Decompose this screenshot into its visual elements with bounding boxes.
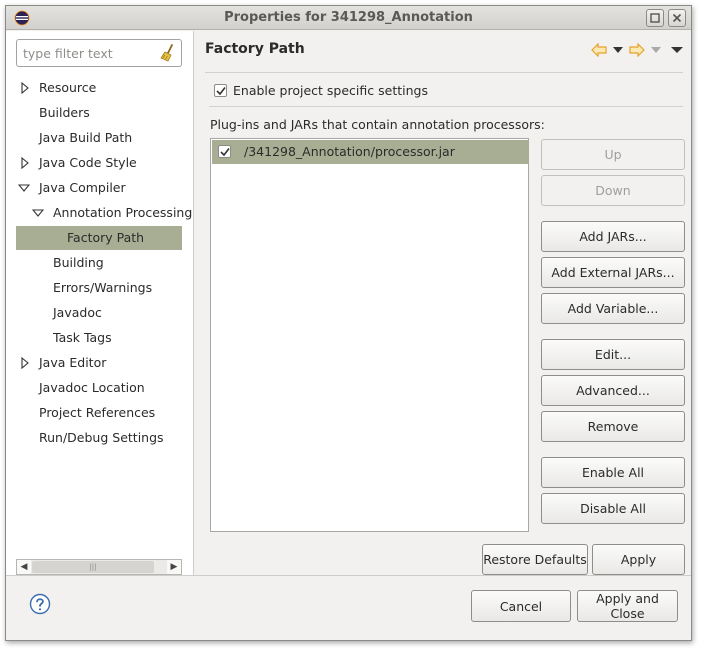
down-button[interactable]: Down xyxy=(541,175,685,206)
tree-item-label: Javadoc Location xyxy=(39,380,145,395)
tree-item-run-debug-settings[interactable]: Run/Debug Settings xyxy=(16,426,182,450)
close-window-button[interactable] xyxy=(668,9,686,27)
tree-item-builders[interactable]: Builders xyxy=(16,101,182,125)
tree-horizontal-scrollbar[interactable]: ◀ ||| ▶ xyxy=(16,559,182,575)
collapse-arrow-icon[interactable] xyxy=(32,207,44,219)
scroll-right-icon[interactable]: ▶ xyxy=(167,560,181,574)
apply-button[interactable]: Apply xyxy=(592,544,685,575)
scroll-left-icon[interactable]: ◀ xyxy=(17,560,31,574)
disable-all-button[interactable]: Disable All xyxy=(541,493,685,524)
history-navigation xyxy=(591,41,683,59)
tree-item-label: Task Tags xyxy=(53,330,112,345)
properties-dialog: Properties for 341298_Annotation Res xyxy=(5,5,692,641)
tree-item-label: Building xyxy=(53,255,104,270)
window-title: Properties for 341298_Annotation xyxy=(224,10,473,25)
apply-and-close-button[interactable]: Apply and Close xyxy=(577,590,678,622)
filter-box[interactable] xyxy=(16,39,182,67)
list-item[interactable]: /341298_Annotation/processor.jar xyxy=(212,140,529,164)
tree-item-javadoc[interactable]: Javadoc xyxy=(16,301,182,325)
add-jars-button[interactable]: Add JARs... xyxy=(541,221,685,252)
remove-button[interactable]: Remove xyxy=(541,411,685,442)
tree-item-annotation-processing[interactable]: Annotation Processing xyxy=(16,201,192,225)
view-menu-icon[interactable] xyxy=(671,45,683,55)
maximize-icon xyxy=(650,13,660,23)
back-arrow-icon[interactable] xyxy=(591,43,607,57)
tree-item-label: Project References xyxy=(39,405,156,420)
header-separator xyxy=(205,72,683,73)
page-title: Factory Path xyxy=(205,41,305,57)
clear-filter-icon[interactable] xyxy=(159,44,177,62)
scrollbar-thumb[interactable]: ||| xyxy=(32,561,154,573)
factory-path-list[interactable]: /341298_Annotation/processor.jar xyxy=(210,138,529,532)
add-variable-button[interactable]: Add Variable... xyxy=(541,293,685,324)
tree-item-errors-warnings[interactable]: Errors/Warnings xyxy=(16,276,182,300)
tree-item-label: Resource xyxy=(39,80,97,95)
tree-item-resource[interactable]: Resource xyxy=(16,76,182,100)
tree-item-label: Annotation Processing xyxy=(53,205,193,220)
tree-item-javadoc-location[interactable]: Javadoc Location xyxy=(16,376,182,400)
back-dropdown-icon[interactable] xyxy=(613,45,623,55)
expand-arrow-icon[interactable] xyxy=(19,82,31,94)
tree-item-label: Builders xyxy=(39,105,90,120)
title-bar[interactable]: Properties for 341298_Annotation xyxy=(6,6,691,30)
tree-item-label: Java Code Style xyxy=(39,155,137,170)
tree-item-label: Run/Debug Settings xyxy=(39,430,164,445)
section-separator xyxy=(209,106,683,107)
tree-item-label: Javadoc xyxy=(53,305,102,320)
enable-project-settings-checkbox[interactable] xyxy=(214,84,227,97)
jar-path: /341298_Annotation/processor.jar xyxy=(244,144,455,159)
forward-dropdown-icon xyxy=(651,47,661,53)
plugins-jars-label: Plug-ins and JARs that contain annotatio… xyxy=(210,117,545,132)
forward-arrow-icon[interactable] xyxy=(629,43,645,57)
checkmark-icon xyxy=(220,148,230,157)
expand-arrow-icon[interactable] xyxy=(19,357,31,369)
filter-input[interactable] xyxy=(21,44,151,62)
factory-path-page: Factory Path Enable project specific set… xyxy=(195,31,691,575)
help-icon[interactable] xyxy=(29,593,51,615)
cancel-button[interactable]: Cancel xyxy=(471,590,571,622)
tree-item-java-code-style[interactable]: Java Code Style xyxy=(16,151,182,175)
enable-project-settings-label: Enable project specific settings xyxy=(233,83,428,98)
tree-item-java-build-path[interactable]: Java Build Path xyxy=(16,126,182,150)
tree-item-label: Errors/Warnings xyxy=(53,280,153,295)
tree-item-java-editor[interactable]: Java Editor xyxy=(16,351,182,375)
close-icon xyxy=(672,13,682,23)
tree-item-label: Java Editor xyxy=(39,355,107,370)
checkmark-icon xyxy=(216,87,226,96)
maximize-button[interactable] xyxy=(646,9,664,27)
tree-item-label: Java Build Path xyxy=(39,130,133,145)
tree-item-java-compiler[interactable]: Java Compiler xyxy=(16,176,182,200)
tree-item-building[interactable]: Building xyxy=(16,251,182,275)
expand-arrow-icon[interactable] xyxy=(19,157,31,169)
up-button[interactable]: Up xyxy=(541,139,685,170)
tree-item-task-tags[interactable]: Task Tags xyxy=(16,326,182,350)
footer-separator xyxy=(6,575,691,576)
tree-item-factory-path[interactable]: Factory Path xyxy=(16,226,182,250)
tree-item-label: Factory Path xyxy=(67,230,145,245)
collapse-arrow-icon[interactable] xyxy=(18,182,30,194)
enable-all-button[interactable]: Enable All xyxy=(541,457,685,488)
tree-item-project-references[interactable]: Project References xyxy=(16,401,182,425)
preferences-tree-pane: Resource Builders Java Build Path Java C… xyxy=(6,31,194,575)
tree-item-label: Java Compiler xyxy=(39,180,126,195)
edit-button[interactable]: Edit... xyxy=(541,339,685,370)
add-external-jars-button[interactable]: Add External JARs... xyxy=(541,257,685,288)
advanced-button[interactable]: Advanced... xyxy=(541,375,685,406)
restore-defaults-button[interactable]: Restore Defaults xyxy=(482,544,588,575)
jar-enabled-checkbox[interactable] xyxy=(218,145,231,158)
